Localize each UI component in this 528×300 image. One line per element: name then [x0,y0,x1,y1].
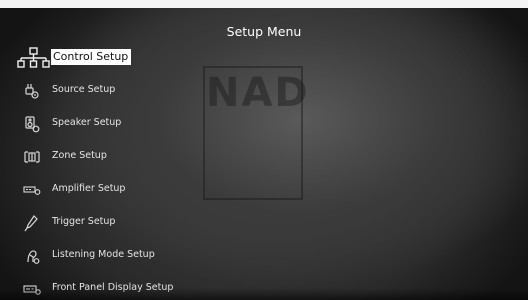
menu-item-control-setup[interactable]: Control Setup [0,44,528,72]
setup-screen: NAD Setup Menu Control Setup Source Setu… [0,0,528,300]
page-title: Setup Menu [226,24,302,39]
menu-item-label: Source Setup [52,84,116,95]
top-border [0,0,528,8]
trigger-setup-icon [23,214,41,232]
menu-item-zone-setup[interactable]: Zone Setup [0,143,528,171]
menu-item-label: Trigger Setup [52,216,116,227]
menu-item-source-setup[interactable]: Source Setup [0,77,528,105]
menu-item-label: Zone Setup [52,150,107,161]
source-setup-icon [23,82,41,100]
menu-item-amplifier-setup[interactable]: Amplifier Setup [0,176,528,204]
listening-mode-icon [23,247,41,265]
menu-item-label: Speaker Setup [52,117,122,128]
amplifier-setup-icon [23,181,41,199]
speaker-setup-icon [23,115,41,133]
menu-item-label: Amplifier Setup [52,183,126,194]
zone-setup-icon [23,148,41,166]
menu-item-speaker-setup[interactable]: Speaker Setup [0,110,528,138]
menu-item-label: Listening Mode Setup [52,249,155,260]
menu-item-trigger-setup[interactable]: Trigger Setup [0,209,528,237]
menu-item-listening-mode-setup[interactable]: Listening Mode Setup [0,242,528,270]
control-setup-icon [17,47,51,69]
menu-item-label: Control Setup [51,49,132,65]
bottom-shadow [0,288,528,300]
